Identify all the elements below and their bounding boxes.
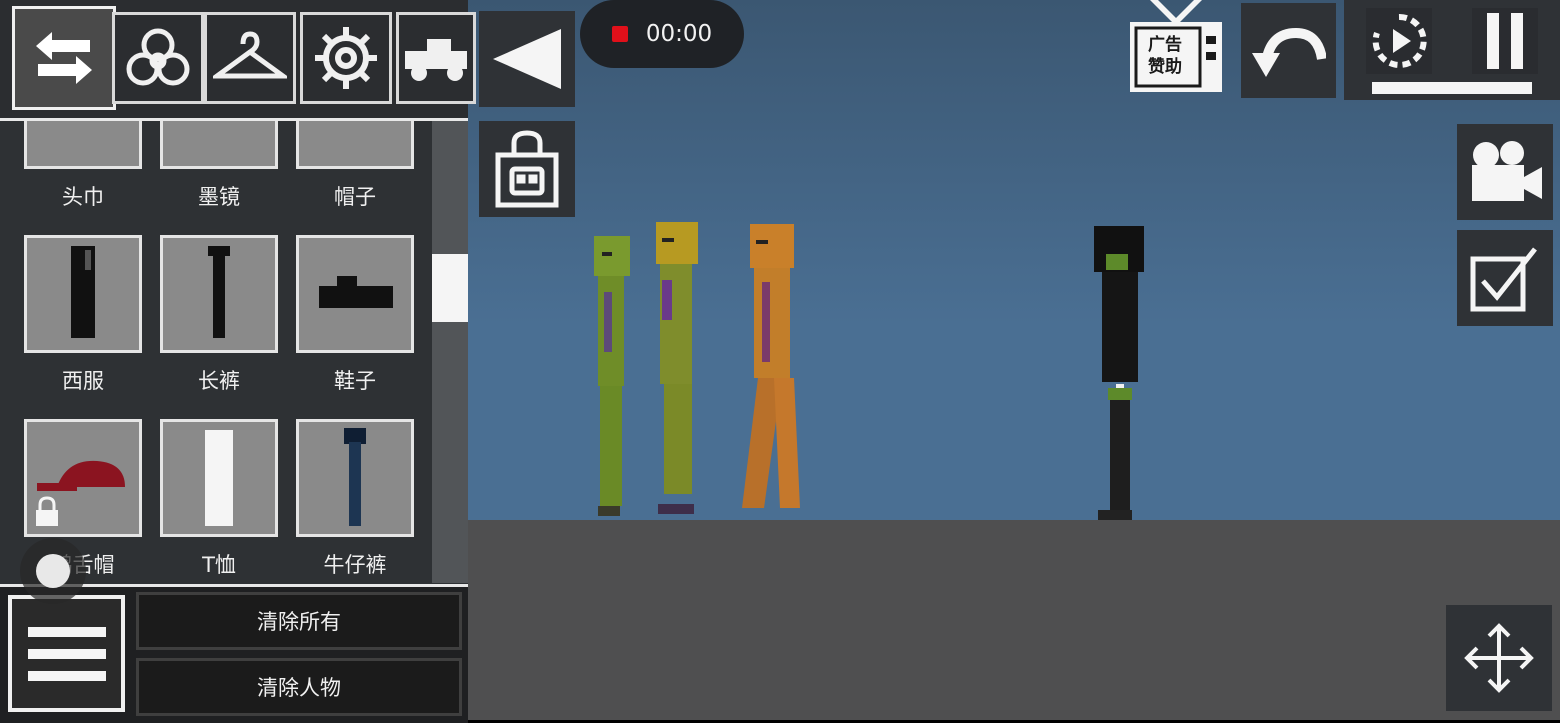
shoes-icon	[319, 276, 393, 308]
item-slot-sunglasses[interactable]	[160, 121, 278, 169]
item-label: 鞋子	[334, 369, 376, 393]
camera-button[interactable]	[1457, 124, 1553, 220]
ad-sponsor-button[interactable]: 广告 赞助	[1128, 0, 1224, 96]
item-scrollbar-track[interactable]	[432, 121, 468, 583]
move-tool-button[interactable]	[1446, 605, 1552, 711]
video-camera-icon	[1472, 141, 1542, 201]
swap-category-button[interactable]	[12, 6, 116, 110]
touch-indicator	[20, 538, 86, 604]
undo-icon	[1251, 27, 1326, 77]
hanger-icon	[213, 31, 287, 79]
jeans-icon	[344, 428, 366, 526]
item-label: 长裤	[198, 369, 240, 393]
lock-icon	[36, 496, 58, 526]
item-label: 帽子	[334, 185, 376, 209]
ad-label-line1: 广告	[1148, 35, 1182, 55]
suit-icon	[71, 246, 95, 338]
item-slot-cap[interactable]	[24, 419, 142, 537]
tab-vehicles[interactable]	[396, 12, 476, 104]
tab-biohazard[interactable]	[112, 12, 204, 104]
item-panel: 头巾 墨镜 帽子 西服 长裤 鞋子 鸭舌帽 T恤 牛仔裤	[0, 0, 476, 723]
ad-label-line2: 赞助	[1148, 57, 1182, 77]
category-bar	[0, 0, 476, 121]
triangle-left-icon	[493, 29, 561, 89]
store-button[interactable]	[479, 121, 575, 217]
item-slot-hat[interactable]	[296, 121, 414, 169]
item-label: 头巾	[62, 185, 104, 209]
pause-button[interactable]	[1472, 8, 1538, 74]
biohazard-icon	[126, 28, 190, 86]
suited-ragdoll[interactable]	[1090, 224, 1150, 524]
yellow-ragdoll[interactable]	[652, 220, 707, 520]
slow-motion-button[interactable]	[1366, 8, 1432, 74]
move-arrows-icon	[1464, 623, 1534, 693]
checkbox-icon	[1470, 247, 1537, 312]
orange-ragdoll[interactable]	[728, 222, 810, 522]
time-scale-slider[interactable]	[1372, 82, 1532, 94]
item-slot-headscarf[interactable]	[24, 121, 142, 169]
swap-arrows-icon	[36, 32, 92, 84]
item-label: 牛仔裤	[323, 553, 387, 577]
item-label: 西服	[62, 369, 104, 393]
shopping-bag-icon	[495, 130, 559, 208]
clear-all-button[interactable]: 清除所有	[136, 592, 462, 650]
clear-people-button[interactable]: 清除人物	[136, 658, 462, 716]
menu-icon	[27, 626, 106, 637]
tab-machinery[interactable]	[300, 12, 392, 104]
tshirt-icon	[205, 430, 233, 526]
item-label: 墨镜	[198, 185, 240, 209]
record-timer: 00:00	[645, 21, 713, 47]
item-label: T恤	[202, 553, 236, 577]
slow-motion-icon	[1372, 13, 1427, 68]
item-slot-suit[interactable]	[24, 235, 142, 353]
screen-recorder[interactable]: 00:00	[580, 0, 744, 68]
item-grid: 头巾 墨镜 帽子 西服 长裤 鞋子 鸭舌帽 T恤 牛仔裤	[0, 121, 432, 583]
collapse-panel-button[interactable]	[479, 11, 575, 107]
item-slot-jeans[interactable]	[296, 419, 414, 537]
trousers-icon	[208, 246, 230, 338]
undo-button[interactable]	[1241, 3, 1336, 98]
menu-button[interactable]	[8, 595, 125, 712]
green-ragdoll[interactable]	[588, 232, 638, 522]
gear-icon	[315, 27, 377, 89]
tab-clothing[interactable]	[204, 12, 296, 104]
item-slot-shoes[interactable]	[296, 235, 414, 353]
select-toggle-button[interactable]	[1457, 230, 1553, 326]
item-slot-tshirt[interactable]	[160, 419, 278, 537]
pause-icon	[1487, 13, 1523, 69]
record-icon	[611, 26, 628, 42]
item-slot-trousers[interactable]	[160, 235, 278, 353]
item-scrollbar-thumb[interactable]	[432, 254, 468, 322]
vehicle-icon	[405, 39, 467, 81]
time-control-bar	[1344, 0, 1560, 100]
